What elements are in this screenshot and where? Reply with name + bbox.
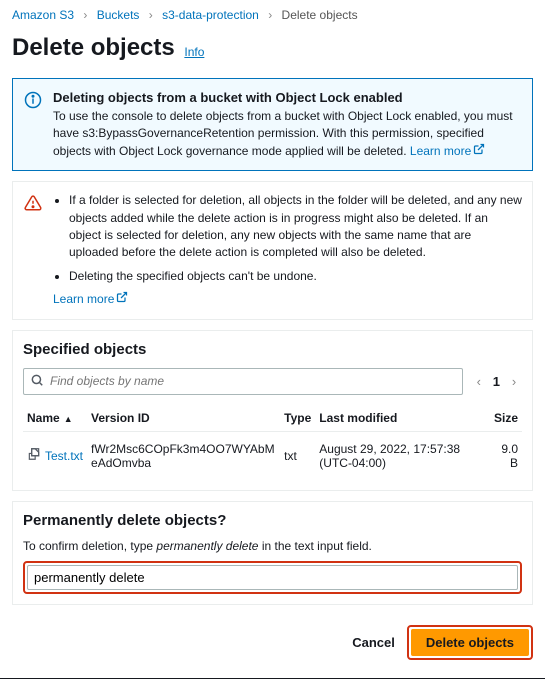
search-input[interactable] (44, 374, 456, 388)
breadcrumb-bucket[interactable]: s3-data-protection (162, 8, 259, 22)
info-icon (23, 89, 43, 160)
version-id: fWr2Msc6COpFk3m4OO7WYAbMeAdOmvba (87, 431, 280, 480)
breadcrumb: Amazon S3 › Buckets › s3-data-protection… (0, 0, 545, 30)
col-last-modified[interactable]: Last modified (315, 405, 487, 432)
specified-objects-title: Specified objects (23, 341, 522, 358)
footer: Cancel Delete objects (0, 615, 545, 674)
delete-button-highlight: Delete objects (407, 625, 533, 660)
col-size[interactable]: Size (487, 405, 522, 432)
file-size: 9.0 B (487, 431, 522, 480)
confirm-prompt: To confirm deletion, type permanently de… (23, 539, 522, 553)
confirm-input[interactable] (27, 565, 518, 590)
col-version[interactable]: Version ID (87, 405, 280, 432)
external-link-icon (473, 143, 485, 160)
file-name-link[interactable]: Test.txt (45, 449, 83, 463)
breadcrumb-s3[interactable]: Amazon S3 (12, 8, 74, 22)
object-lock-alert: Deleting objects from a bucket with Obje… (12, 78, 533, 171)
confirm-input-highlight (23, 561, 522, 594)
page-header: Delete objects Info (0, 30, 545, 72)
col-type[interactable]: Type (280, 405, 315, 432)
page-number: 1 (493, 374, 500, 389)
confirm-title: Permanently delete objects? (23, 512, 522, 529)
breadcrumb-current: Delete objects (282, 8, 358, 22)
chevron-right-icon: › (149, 8, 153, 22)
learn-more-link[interactable]: Learn more (410, 144, 485, 158)
col-name[interactable]: Name▲ (23, 405, 87, 432)
warning-bullet: If a folder is selected for deletion, al… (69, 192, 522, 262)
cancel-button[interactable]: Cancel (352, 635, 395, 650)
info-link[interactable]: Info (184, 45, 204, 59)
sort-asc-icon: ▲ (64, 414, 73, 424)
delete-objects-button[interactable]: Delete objects (411, 629, 529, 656)
warning-alert: If a folder is selected for deletion, al… (12, 181, 533, 319)
specified-objects-panel: Specified objects ‹ 1 › Name▲ Version ID… (12, 330, 533, 491)
file-icon (27, 447, 41, 464)
file-type: txt (280, 431, 315, 480)
learn-more-link[interactable]: Learn more (53, 292, 128, 306)
object-lock-alert-title: Deleting objects from a bucket with Obje… (53, 90, 403, 105)
search-icon (30, 373, 44, 390)
chevron-right-icon: › (83, 8, 87, 22)
objects-table: Name▲ Version ID Type Last modified Size… (23, 405, 522, 480)
warning-bullet: Deleting the specified objects can't be … (69, 268, 522, 285)
breadcrumb-buckets[interactable]: Buckets (97, 8, 140, 22)
page-title: Delete objects (12, 34, 175, 62)
chevron-right-icon: › (268, 8, 272, 22)
last-modified: August 29, 2022, 17:57:38 (UTC-04:00) (315, 431, 487, 480)
pager: ‹ 1 › (471, 373, 522, 389)
prev-page-button[interactable]: ‹ (471, 373, 487, 389)
next-page-button[interactable]: › (506, 373, 522, 389)
confirm-panel: Permanently delete objects? To confirm d… (12, 501, 533, 605)
search-input-wrap[interactable] (23, 368, 463, 395)
warning-icon (23, 192, 43, 308)
table-row: Test.txt fWr2Msc6COpFk3m4OO7WYAbMeAdOmvb… (23, 431, 522, 480)
external-link-icon (116, 291, 128, 308)
